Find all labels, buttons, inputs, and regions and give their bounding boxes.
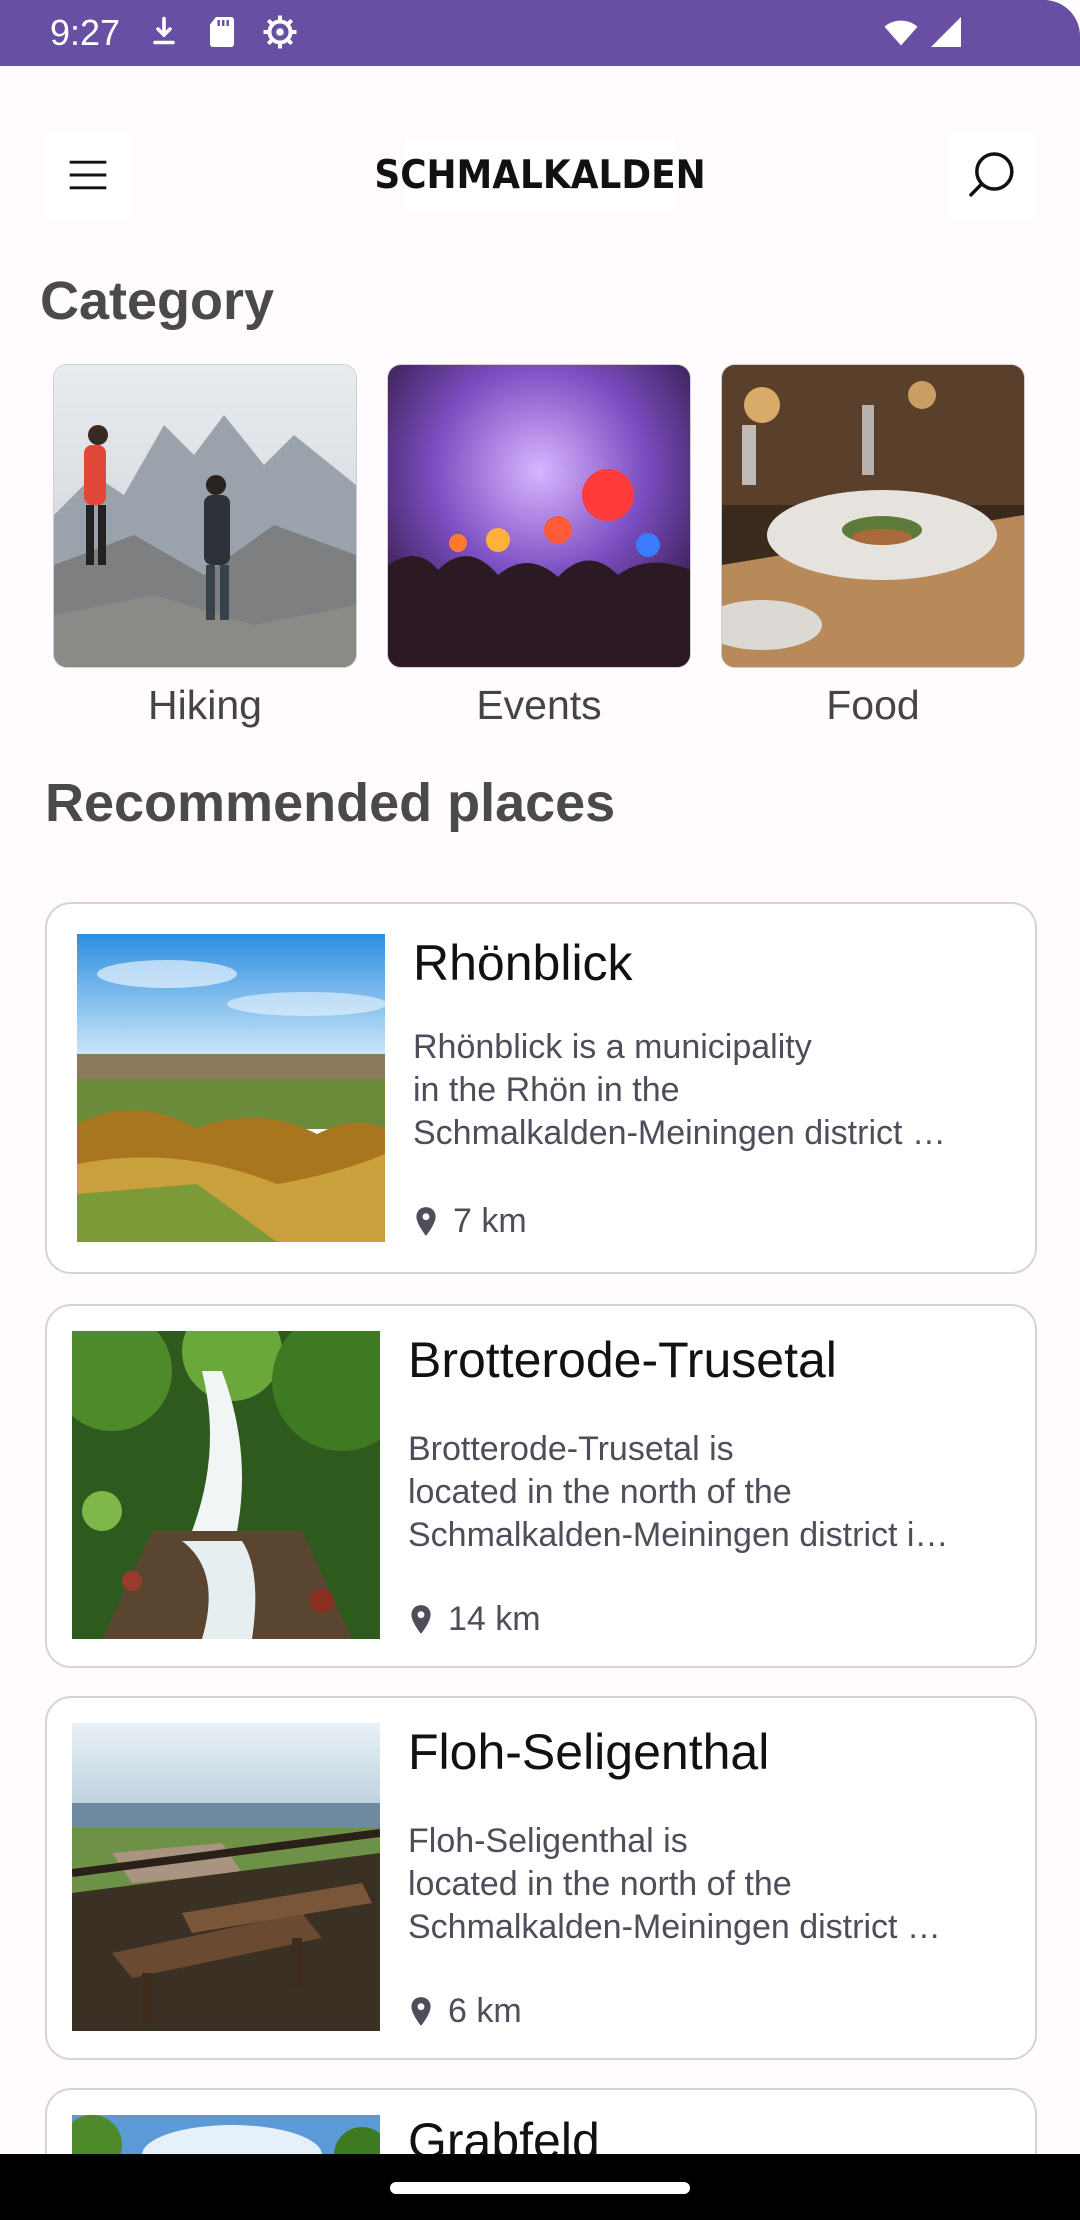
settings-gear-icon [263, 15, 297, 49]
location-pin-icon [416, 1206, 436, 1236]
status-bar: 9:27 [0, 0, 1080, 66]
category-label: Events [476, 682, 602, 728]
home-gesture-handle[interactable] [390, 2182, 690, 2194]
category-label: Food [826, 682, 920, 728]
place-description: Floh-Seligenthal is located in the north… [408, 1822, 941, 1946]
place-name: Floh-Seligenthal [408, 1724, 770, 1780]
recommended-title: Recommended places [45, 773, 616, 833]
events-image [387, 364, 691, 668]
category-hiking[interactable]: Hiking [53, 364, 357, 729]
category-events[interactable]: Events [387, 364, 691, 729]
place-distance: 7 km [413, 1202, 527, 1241]
place-image [72, 1331, 380, 1639]
food-image [721, 364, 1025, 668]
download-icon [153, 16, 175, 45]
search-button[interactable] [948, 131, 1036, 219]
app-logo: SCHMALKALDEN [374, 138, 706, 212]
cell-signal-icon [931, 17, 961, 47]
sd-card-icon [210, 17, 234, 47]
place-card-floh-seligenthal[interactable]: Floh-Seligenthal Floh-Seligenthal is loc… [45, 1696, 1037, 2060]
place-card-rhoenblick[interactable]: Rhönblick Rhönblick is a municipality in… [45, 902, 1037, 1274]
menu-button[interactable] [44, 131, 132, 219]
place-image [72, 1723, 380, 2031]
place-image [77, 934, 385, 1242]
category-label: Hiking [148, 682, 262, 728]
place-name: Rhönblick [413, 935, 633, 991]
status-time: 9:27 [50, 12, 121, 53]
place-description: Rhönblick is a municipality in the Rhön … [413, 1028, 946, 1152]
category-title: Category [40, 271, 275, 331]
location-pin-icon [411, 1996, 431, 2026]
place-description: Brotterode-Trusetal is located in the no… [408, 1430, 949, 1554]
place-distance: 6 km [408, 1992, 522, 2031]
category-food[interactable]: Food [721, 364, 1025, 729]
hiking-image [53, 364, 357, 668]
place-name: Brotterode-Trusetal [408, 1332, 837, 1388]
place-card-brotterode-trusetal[interactable]: Brotterode-Trusetal Brotterode-Trusetal … [45, 1304, 1037, 1668]
search-icon [969, 152, 1014, 197]
place-distance: 14 km [408, 1600, 541, 1639]
wifi-icon [884, 20, 918, 46]
hamburger-menu-icon [69, 160, 107, 190]
location-pin-icon [411, 1604, 431, 1634]
